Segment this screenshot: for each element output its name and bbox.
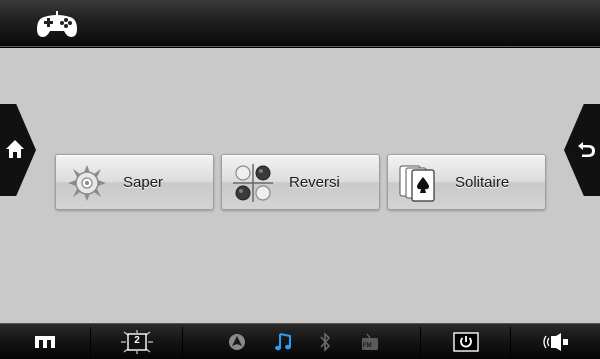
menu-button[interactable]: [0, 324, 90, 359]
navigation-button[interactable]: [226, 324, 248, 359]
music-button[interactable]: [272, 324, 294, 359]
gamepad-icon: [37, 11, 77, 37]
top-bar: [0, 0, 600, 47]
bluetooth-icon: [320, 332, 331, 352]
solitaire-label: Solitaire: [455, 174, 510, 191]
navigation-icon: [229, 334, 245, 350]
radio-fm-label: FM: [363, 343, 372, 349]
screen-switch-button[interactable]: 2: [92, 324, 182, 359]
saper-button[interactable]: Saper: [55, 154, 214, 210]
volume-button[interactable]: [512, 324, 600, 359]
power-button[interactable]: [422, 324, 510, 359]
reversi-label: Reversi: [289, 174, 340, 191]
radio-button[interactable]: FM: [360, 324, 380, 359]
playing-cards-icon: [399, 165, 435, 202]
power-icon: [453, 332, 479, 352]
back-button[interactable]: [564, 104, 600, 196]
home-icon: [6, 140, 24, 158]
home-button[interactable]: [0, 104, 36, 196]
menu-icon: [35, 336, 55, 348]
bottom-taskbar: 2 FM: [0, 323, 600, 359]
back-arrow-icon: [578, 142, 595, 157]
reversi-button[interactable]: Reversi: [221, 154, 380, 210]
solitaire-button[interactable]: Solitaire: [387, 154, 546, 210]
reversi-pieces-icon: [233, 164, 273, 202]
music-icon: [275, 333, 291, 351]
saper-label: Saper: [123, 174, 164, 191]
volume-icon: [543, 333, 568, 351]
mine-icon: [68, 165, 106, 201]
screen-indicator-number: 2: [134, 335, 140, 346]
bluetooth-button[interactable]: [316, 324, 334, 359]
